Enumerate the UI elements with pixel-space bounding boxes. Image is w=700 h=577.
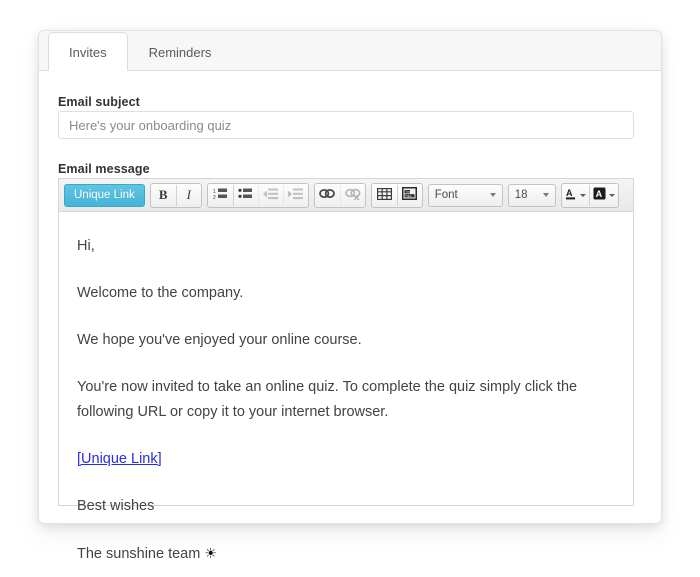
svg-text:A: A (595, 189, 602, 199)
highlight-color-icon: A (593, 187, 606, 203)
numbered-list-icon: 1 2 (213, 187, 228, 203)
insert-unique-link-label: Unique Link (74, 189, 135, 201)
tab-bar: Invites Reminders (39, 31, 661, 72)
indent-button[interactable] (282, 184, 308, 206)
insert-table-button[interactable] (372, 185, 397, 206)
email-subject-label: Email subject (58, 95, 140, 109)
svg-text:Tube: Tube (405, 194, 412, 198)
outdent-icon (263, 188, 279, 203)
link-icon (319, 188, 336, 202)
tab-reminders[interactable]: Reminders (128, 32, 233, 71)
insert-youtube-button[interactable]: You Tube (396, 184, 422, 206)
color-group: A A (560, 182, 619, 208)
svg-text:A: A (566, 188, 573, 198)
font-family-select[interactable]: Font (427, 183, 503, 207)
font-family-value: Font (434, 189, 458, 201)
numbered-list-button[interactable]: 1 2 (208, 185, 233, 206)
table-icon (376, 187, 392, 203)
chevron-down-icon (489, 193, 496, 197)
editor-toolbar: Unique Link B I 1 2 You Tube Font 18 A A (59, 179, 633, 212)
unlink-icon (344, 188, 361, 203)
message-link-paragraph: [Unique Link] (77, 447, 615, 472)
message-closing: Best wishes (77, 497, 155, 514)
sun-icon: ☀ (204, 544, 217, 561)
italic-button[interactable]: I (175, 184, 201, 206)
svg-text:2: 2 (213, 195, 216, 200)
message-paragraph: Hi, (77, 238, 95, 254)
font-color-button[interactable]: A (562, 185, 589, 206)
indent-icon (288, 188, 304, 203)
link-group (313, 182, 366, 208)
tab-invites-label: Invites (69, 45, 107, 60)
message-signature: The sunshine team (77, 545, 201, 562)
chevron-down-icon (579, 193, 586, 197)
chevron-down-icon (542, 193, 549, 197)
bullet-list-icon (238, 187, 253, 203)
message-signature-line: The sunshine team ☀ (77, 541, 615, 567)
list-indent-group: 1 2 (206, 182, 309, 208)
tab-reminders-label: Reminders (148, 45, 212, 60)
bold-button[interactable]: B (151, 185, 176, 206)
email-subject-input[interactable] (58, 111, 634, 139)
media-group: You Tube (370, 182, 423, 208)
text-style-group: B I (149, 182, 202, 208)
message-body[interactable]: Hi, Welcome to the company. We hope you'… (59, 212, 633, 577)
outdent-button[interactable] (257, 184, 283, 206)
italic-icon: I (186, 187, 191, 202)
message-paragraph: Welcome to the company. (77, 284, 244, 301)
chevron-down-icon (608, 193, 615, 197)
unlink-button[interactable] (339, 184, 365, 206)
unique-link[interactable]: [Unique Link] (77, 451, 162, 467)
email-message-label: Email message (58, 162, 150, 176)
font-size-select[interactable]: 18 (507, 183, 556, 207)
bold-icon: B (158, 187, 168, 202)
font-size-value: 18 (514, 189, 528, 201)
insert-link-button[interactable] (315, 185, 340, 206)
message-paragraph: We hope you've enjoyed your online cours… (77, 331, 362, 348)
tab-invites[interactable]: Invites (48, 32, 128, 72)
message-paragraph: You're now invited to take an online qui… (77, 378, 578, 420)
bullet-list-button[interactable] (232, 184, 258, 206)
youtube-icon: You Tube (402, 187, 418, 203)
rich-text-editor: Unique Link B I 1 2 You Tube Font 18 A A… (58, 178, 634, 562)
insert-unique-link-button[interactable]: Unique Link (64, 183, 145, 207)
highlight-color-button[interactable]: A (588, 184, 618, 206)
font-color-icon: A (565, 187, 577, 203)
